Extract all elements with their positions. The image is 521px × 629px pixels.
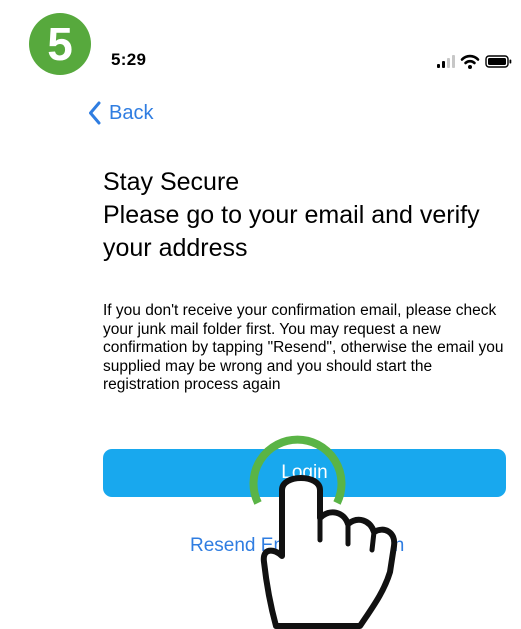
page-title: Stay Secure Please go to your email and … [103, 166, 513, 265]
back-button[interactable]: Back [88, 101, 153, 125]
wifi-icon [460, 54, 480, 69]
title-heading: Stay Secure [103, 168, 240, 196]
battery-icon [485, 55, 512, 68]
status-icons [437, 54, 512, 69]
step-number-badge: 5 [29, 13, 91, 75]
chevron-left-icon [89, 101, 101, 125]
cellular-signal-icon [437, 55, 455, 68]
resend-email-link[interactable]: Resend Email verification [190, 535, 404, 557]
step-number: 5 [47, 18, 73, 70]
status-time: 5:29 [111, 50, 147, 69]
login-button[interactable]: Login [103, 449, 506, 497]
title-instruction: Please go to your email and verify your … [103, 201, 480, 262]
login-button-label: Login [281, 462, 328, 483]
instruction-text: If you don't receive your confirmation e… [103, 302, 504, 394]
back-label: Back [109, 101, 154, 124]
